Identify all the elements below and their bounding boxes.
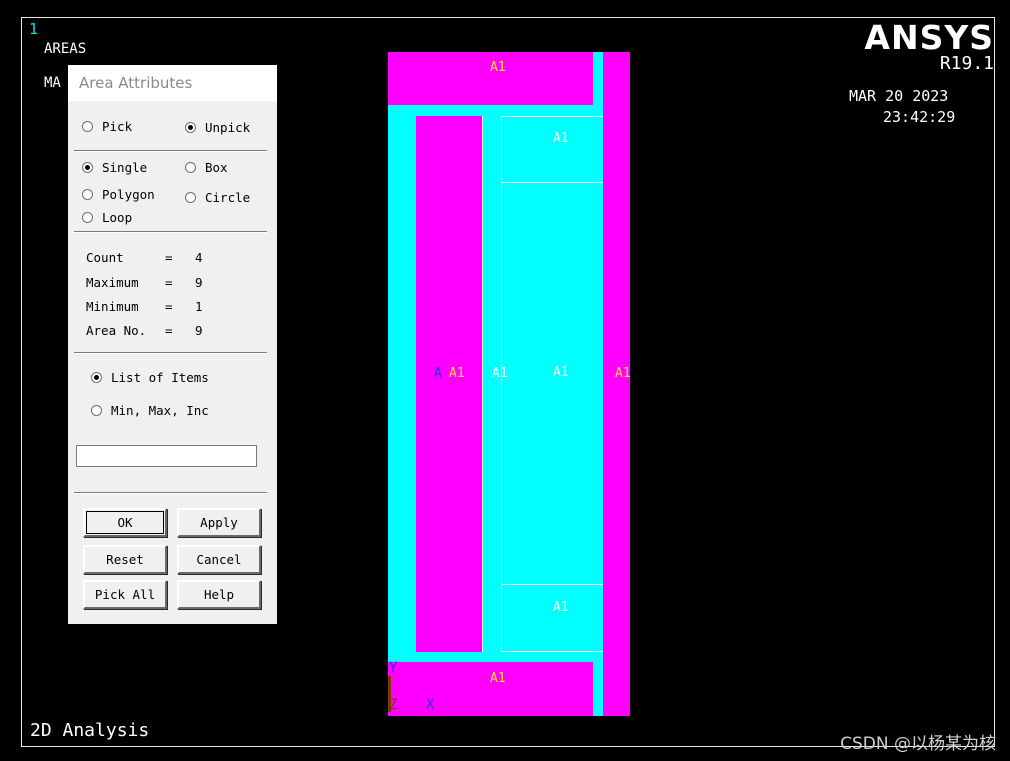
axis-y-label: Y	[389, 660, 398, 676]
stat-equals: =	[165, 250, 173, 265]
stat-equals: =	[165, 323, 173, 338]
radio-box[interactable]: Box	[185, 160, 228, 175]
plot-time: 23:42:29	[883, 108, 956, 126]
area-lower-block[interactable]	[502, 584, 603, 652]
area-label: A1	[553, 600, 569, 615]
analysis-type-label: 2D Analysis	[30, 720, 150, 741]
stat-area-no: Area No. = 9	[86, 323, 203, 338]
ansys-logo: ANSYS	[864, 18, 994, 57]
stat-minimum-label: Minimum	[86, 299, 139, 314]
divider	[74, 150, 267, 152]
csdn-watermark: CSDN @以杨某为核	[840, 734, 996, 754]
item-list-input[interactable]	[76, 445, 257, 467]
area-top-gap[interactable]	[593, 52, 603, 105]
divider	[74, 231, 267, 233]
stat-count-value: 4	[195, 250, 203, 265]
stat-maximum-label: Maximum	[86, 275, 139, 290]
radio-box-label: Box	[205, 160, 228, 175]
area-left-web[interactable]	[416, 116, 482, 652]
radio-list-of-items[interactable]: List of Items	[91, 370, 209, 385]
plot-subtitle: MA	[44, 75, 61, 91]
dialog-title: Area Attributes	[68, 65, 277, 101]
reset-button[interactable]: Reset	[83, 545, 167, 574]
radio-selected-icon[interactable]	[91, 372, 102, 383]
radio-polygon[interactable]: Polygon	[82, 187, 155, 202]
area-label: A1	[490, 60, 506, 75]
divider	[74, 492, 267, 494]
radio-icon[interactable]	[82, 212, 93, 223]
plot-date: MAR 20 2023	[849, 87, 949, 105]
stat-maximum-value: 9	[195, 275, 203, 290]
stat-count-label: Count	[86, 250, 124, 265]
area-upper-block[interactable]	[502, 116, 603, 183]
stat-equals: =	[165, 275, 173, 290]
cancel-button[interactable]: Cancel	[177, 545, 261, 574]
radio-icon[interactable]	[82, 189, 93, 200]
radio-min-max-inc-label: Min, Max, Inc	[111, 403, 209, 418]
radio-unpick-label: Unpick	[205, 120, 251, 135]
stat-count: Count = 4	[86, 250, 203, 265]
radio-polygon-label: Polygon	[102, 187, 155, 202]
release-version: R19.1	[939, 53, 994, 74]
radio-single-label: Single	[102, 160, 148, 175]
radio-list-of-items-label: List of Items	[111, 370, 209, 385]
ok-button[interactable]: OK	[83, 508, 167, 537]
area-label: A1	[553, 365, 569, 380]
stat-minimum: Minimum = 1	[86, 299, 203, 314]
radio-selected-icon[interactable]	[185, 122, 196, 133]
stat-area-no-value: 9	[195, 323, 203, 338]
radio-single[interactable]: Single	[82, 160, 147, 175]
area-label: A1	[492, 366, 508, 381]
radio-circle-label: Circle	[205, 190, 251, 205]
plot-title: AREAS	[44, 41, 87, 57]
radio-pick-label: Pick	[102, 119, 133, 134]
pick-all-button[interactable]: Pick All	[83, 580, 167, 609]
stat-maximum: Maximum = 9	[86, 275, 203, 290]
window-number: 1	[29, 20, 39, 38]
area-right-strip[interactable]	[603, 52, 630, 716]
area-label-partial: A	[434, 366, 442, 381]
divider	[74, 352, 267, 354]
area-label: A1	[615, 366, 630, 381]
area-label: A1	[553, 131, 569, 146]
help-button[interactable]: Help	[177, 580, 261, 609]
axis-triad-icon	[388, 676, 391, 712]
radio-pick[interactable]: Pick	[82, 119, 132, 134]
radio-icon[interactable]	[185, 192, 196, 203]
radio-unpick[interactable]: Unpick	[185, 120, 250, 135]
axis-x-label: X	[426, 697, 435, 713]
apply-button[interactable]: Apply	[177, 508, 261, 537]
radio-icon[interactable]	[82, 121, 93, 132]
area-thin-strip[interactable]	[482, 116, 502, 652]
radio-icon[interactable]	[185, 162, 196, 173]
stat-equals: =	[165, 299, 173, 314]
radio-selected-icon[interactable]	[82, 162, 93, 173]
stat-area-no-label: Area No.	[86, 323, 147, 338]
area-label: A1	[490, 671, 506, 686]
radio-min-max-inc[interactable]: Min, Max, Inc	[91, 403, 209, 418]
radio-loop[interactable]: Loop	[82, 210, 132, 225]
radio-circle[interactable]: Circle	[185, 190, 250, 205]
stat-minimum-value: 1	[195, 299, 203, 314]
radio-loop-label: Loop	[102, 210, 133, 225]
area-attributes-dialog[interactable]: Area Attributes Pick Unpick Single Box P…	[68, 65, 277, 624]
radio-icon[interactable]	[91, 405, 102, 416]
area-label: A1	[449, 366, 465, 381]
